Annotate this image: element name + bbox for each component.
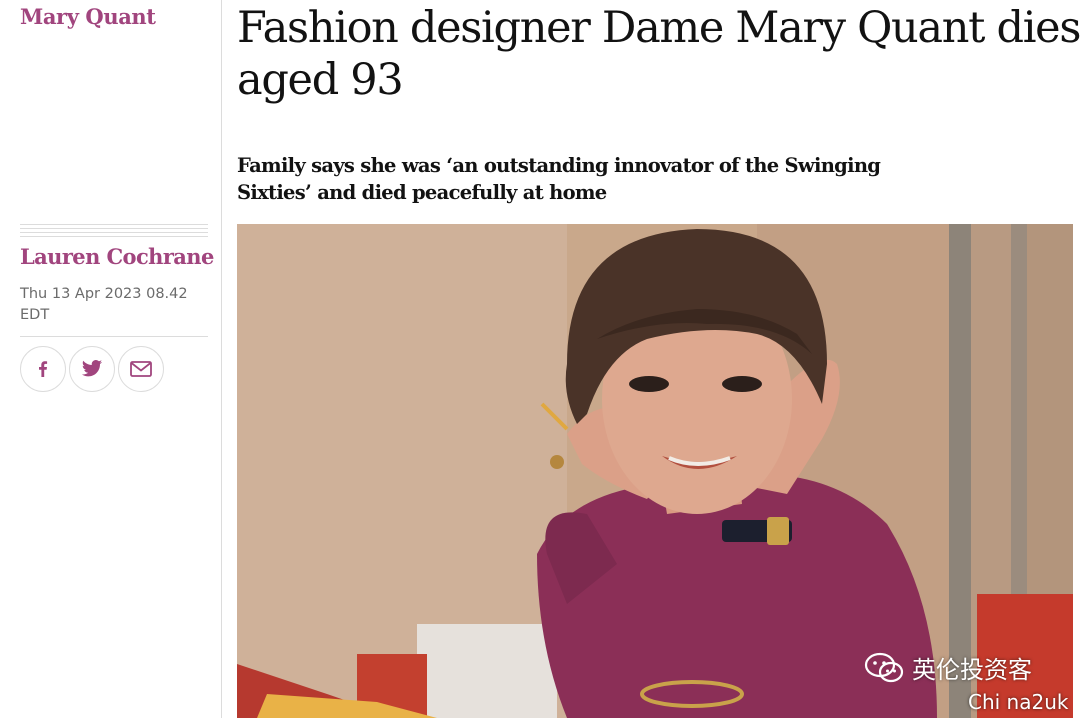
wechat-icon bbox=[864, 652, 904, 682]
author-byline-link[interactable]: Lauren Cochrane bbox=[20, 244, 214, 269]
article-meta-column: Mary Quant Lauren Cochrane Thu 13 Apr 20… bbox=[0, 0, 222, 718]
section-kicker-link[interactable]: Mary Quant bbox=[20, 4, 156, 29]
twitter-icon bbox=[81, 360, 103, 377]
share-facebook-button[interactable] bbox=[20, 346, 66, 392]
share-twitter-button[interactable] bbox=[69, 346, 115, 392]
meta-separator-lines bbox=[20, 224, 208, 240]
publish-date: Thu 13 Apr 2023 08.42 EDT bbox=[20, 286, 188, 323]
watermark: 英伦投资客 bbox=[864, 650, 1032, 685]
watermark-subtext: Chi na2uk bbox=[968, 690, 1069, 714]
article-standfirst: Family says she was ‘an outstanding inno… bbox=[237, 154, 881, 204]
portrait-photo bbox=[237, 224, 1073, 718]
share-email-button[interactable] bbox=[118, 346, 164, 392]
article-main-photo[interactable] bbox=[237, 224, 1073, 718]
meta-divider bbox=[20, 336, 208, 337]
facebook-icon bbox=[39, 361, 48, 377]
article-headline: Fashion designer Dame Mary Quant dies ag… bbox=[237, 3, 1080, 105]
envelope-icon bbox=[130, 361, 152, 377]
watermark-text: 英伦投资客 bbox=[912, 656, 1032, 684]
